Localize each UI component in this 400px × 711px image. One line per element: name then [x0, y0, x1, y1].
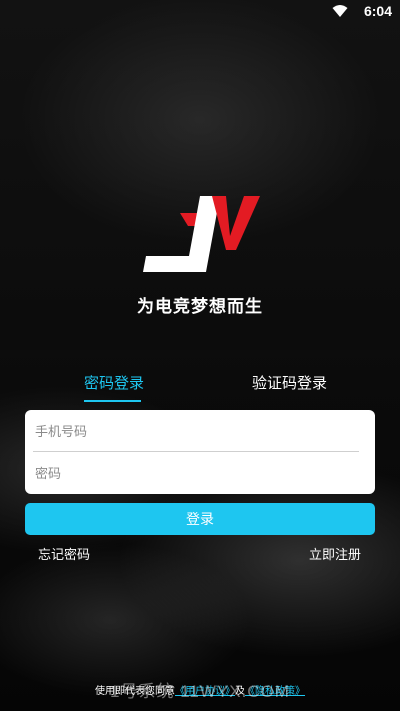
- status-time: 6:04: [363, 3, 392, 19]
- password-input[interactable]: [33, 456, 363, 492]
- phone-input[interactable]: [33, 414, 363, 450]
- tab-password-login[interactable]: 密码登录: [84, 372, 144, 393]
- field-divider: [33, 451, 359, 452]
- login-form-card: [25, 410, 375, 494]
- login-button[interactable]: 登录: [25, 503, 375, 535]
- watermark: 1号系统 11WYX.COM: [110, 682, 290, 701]
- tab-code-login[interactable]: 验证码登录: [252, 372, 327, 393]
- register-link[interactable]: 立即注册: [309, 544, 361, 563]
- jy-logo: [143, 196, 260, 272]
- wifi-icon: [332, 4, 348, 22]
- smoke-background: [0, 0, 400, 711]
- active-tab-indicator: [84, 400, 141, 402]
- forgot-password-link[interactable]: 忘记密码: [38, 544, 90, 563]
- status-bar: 6:04: [0, 0, 400, 24]
- brand-slogan: 为电竞梦想而生: [137, 297, 263, 317]
